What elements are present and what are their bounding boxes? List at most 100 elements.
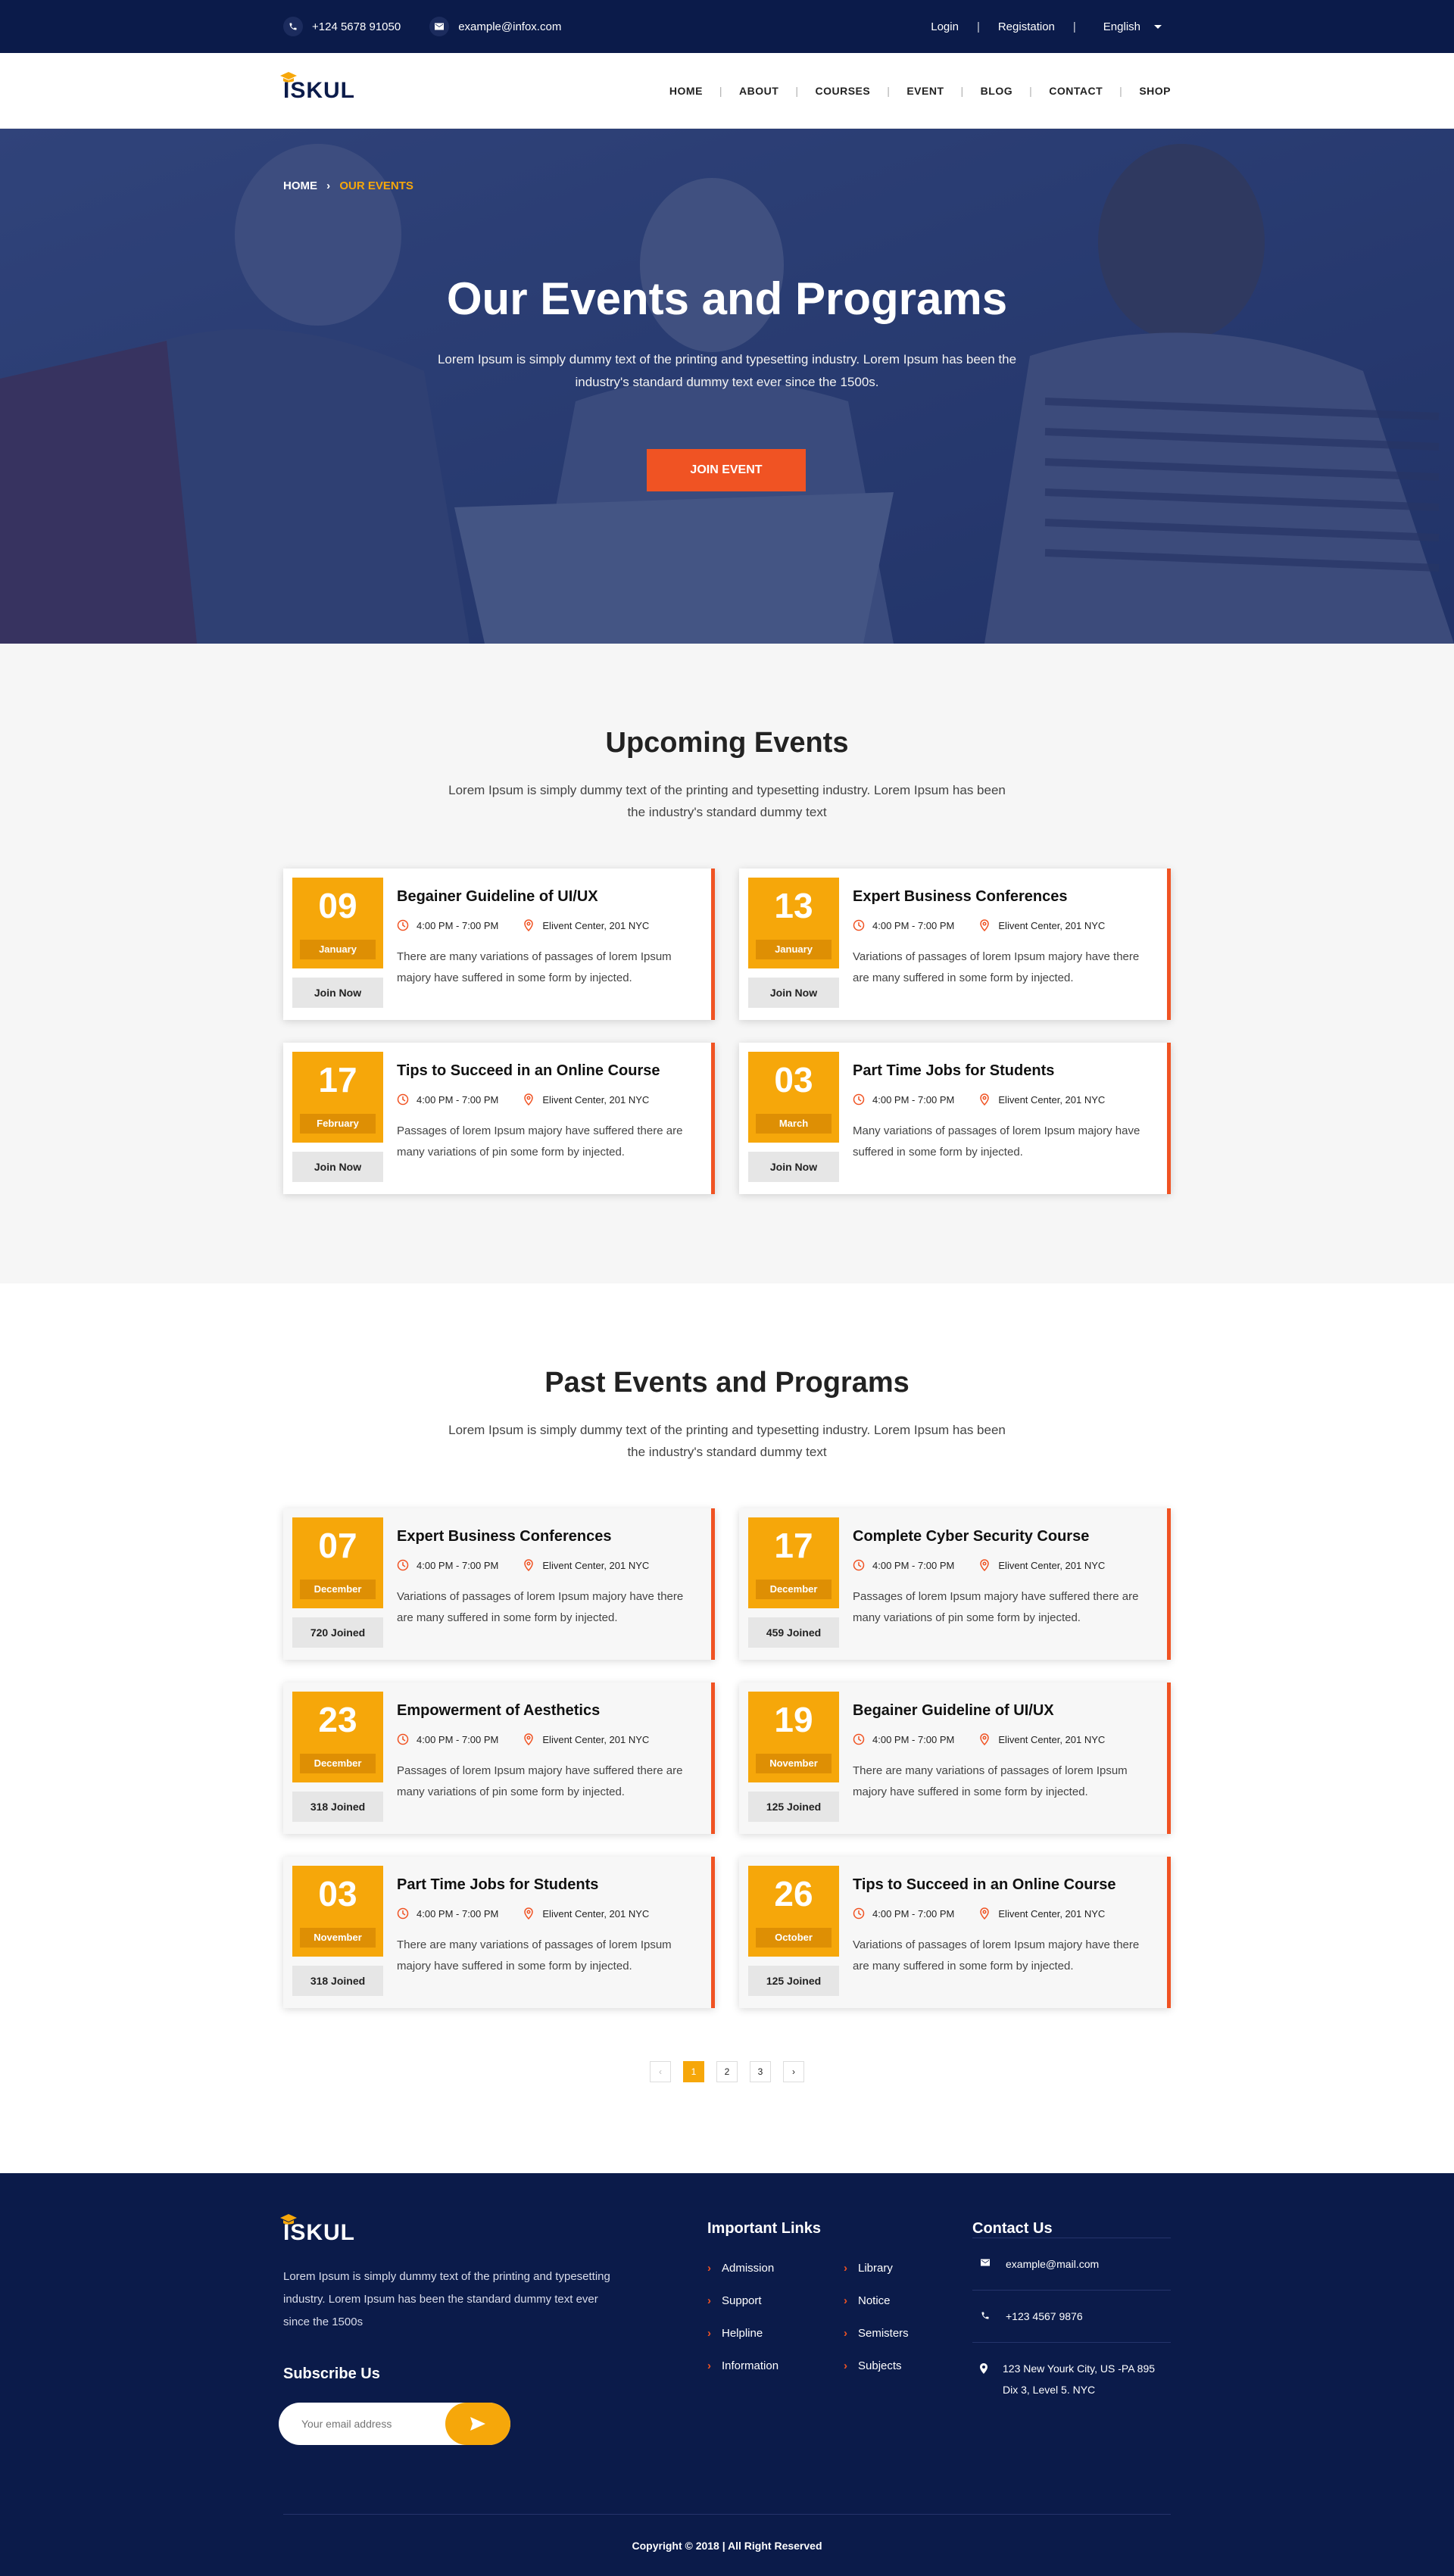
pagination-page-2[interactable]: 2 (716, 2061, 738, 2082)
pagination-prev[interactable]: ‹ (650, 2061, 671, 2082)
nav-contact[interactable]: CONTACT (1049, 85, 1103, 97)
join-now-button[interactable]: Join Now (748, 978, 839, 1008)
registration-link[interactable]: Registation (998, 20, 1055, 33)
email-contact[interactable]: example@infox.com (429, 17, 561, 36)
event-time: 4:00 PM - 7:00 PM (397, 1559, 498, 1571)
footer-link-notice[interactable]: › Notice (844, 2294, 934, 2307)
event-time-text: 4:00 PM - 7:00 PM (417, 1093, 499, 1106)
event-title[interactable]: Complete Cyber Security Course (853, 1528, 1153, 1545)
graduation-cap-icon (280, 2214, 297, 2225)
event-card[interactable]: 19 November 125 Joined Begainer Guideline o… (739, 1683, 1171, 1834)
chevron-right-icon: › (707, 2262, 711, 2275)
event-time-text: 4:00 PM - 7:00 PM (872, 1907, 955, 1920)
event-time: 4:00 PM - 7:00 PM (853, 1907, 954, 1920)
footer-link-information[interactable]: › Information (707, 2359, 844, 2372)
footer-link-subjects[interactable]: › Subjects (844, 2359, 934, 2372)
login-link[interactable]: Login (931, 20, 959, 33)
event-title[interactable]: Tips to Succeed in an Online Course (397, 1062, 697, 1080)
links-title: Important Links (707, 2220, 822, 2237)
event-meta: 4:00 PM - 7:00 PM Elivent Center, 201 NYC (853, 1559, 1153, 1571)
event-body: Expert Business Conferences 4:00 PM - 7:0… (397, 1517, 697, 1629)
event-card[interactable]: 07 December 720 Joined Expert Business Conf… (283, 1508, 715, 1660)
divider: | (1072, 20, 1076, 33)
event-time-text: 4:00 PM - 7:00 PM (872, 1733, 955, 1745)
nav-about[interactable]: ABOUT (739, 85, 778, 97)
phone-number: +124 5678 91050 (312, 20, 401, 33)
past-events-grid: 07 December 720 Joined Expert Business Conf… (283, 1508, 1171, 2008)
contact-address-text: 123 New Yourk City, US -PA 895 Dix 3, Le… (1003, 2362, 1156, 2396)
subscribe-button[interactable] (445, 2403, 510, 2445)
phone-contact[interactable]: +124 5678 91050 (283, 17, 401, 36)
event-body: Tips to Succeed in an Online Course 4:00 … (397, 1052, 697, 1163)
main-header: ISKUL HOME | ABOUT | COURSES | EVENT | BLOG |… (0, 53, 1454, 129)
event-title[interactable]: Expert Business Conferences (397, 1528, 697, 1545)
event-body: Expert Business Conferences 4:00 PM - 7:0… (853, 878, 1153, 989)
contact-title: Contact Us (972, 2220, 1053, 2237)
event-card[interactable]: 26 October 125 Joined Tips to Succeed in an… (739, 1857, 1171, 2008)
pagination-page-1[interactable]: 1 (683, 2061, 704, 2082)
event-body: Begainer Guideline of UI/UX 4:00 PM - 7:0… (397, 878, 697, 989)
event-title[interactable]: Begainer Guideline of UI/UX (853, 1702, 1153, 1720)
join-event-button[interactable]: JOIN EVENT (647, 449, 806, 491)
contact-email[interactable]: example@mail.com (972, 2238, 1171, 2290)
subscribe-email-input[interactable] (301, 2403, 438, 2445)
clock-icon (853, 1733, 865, 1745)
footer-link-semisters[interactable]: › Semisters (844, 2327, 934, 2340)
event-location: Elivent Center, 201 NYC (978, 919, 1105, 931)
event-month: March (756, 1114, 832, 1134)
join-now-button[interactable]: Join Now (292, 1152, 383, 1182)
joined-count-badge: 125 Joined (748, 1792, 839, 1822)
event-location-text: Elivent Center, 201 NYC (998, 1907, 1106, 1920)
join-now-button[interactable]: Join Now (748, 1152, 839, 1182)
event-title[interactable]: Part Time Jobs for Students (853, 1062, 1153, 1080)
breadcrumb-home[interactable]: HOME (283, 179, 317, 192)
footer-logo[interactable]: ISKUL (280, 2214, 624, 2246)
joined-count-badge: 318 Joined (292, 1966, 383, 1996)
contact-phone-text: +123 4567 9876 (1006, 2310, 1083, 2322)
event-location: Elivent Center, 201 NYC (523, 919, 649, 931)
event-card[interactable]: 17 February Join Now Tips to Succeed in an … (283, 1043, 715, 1194)
chevron-right-icon: › (326, 179, 331, 192)
language-select[interactable]: English (1094, 20, 1162, 33)
link-label: Information (722, 2359, 779, 2372)
event-card[interactable]: 17 December 459 Joined Complete Cyber Secur… (739, 1508, 1171, 1660)
nav-event[interactable]: EVENT (906, 85, 944, 97)
pagination-next[interactable]: › (783, 2061, 804, 2082)
event-description: Variations of passages of lorem Ipsum ma… (397, 1590, 684, 1624)
event-meta: 4:00 PM - 7:00 PM Elivent Center, 201 NYC (397, 1907, 697, 1920)
location-pin-icon (524, 1093, 534, 1106)
join-now-button[interactable]: Join Now (292, 978, 383, 1008)
event-time: 4:00 PM - 7:00 PM (397, 919, 498, 931)
nav-blog[interactable]: BLOG (981, 85, 1012, 97)
event-card[interactable]: 03 November 318 Joined Part Time Jobs for S… (283, 1857, 715, 2008)
event-title[interactable]: Begainer Guideline of UI/UX (397, 888, 697, 906)
email-address: example@infox.com (458, 20, 562, 33)
pagination-page-3[interactable]: 3 (750, 2061, 771, 2082)
nav-home[interactable]: HOME (669, 85, 703, 97)
nav-shop[interactable]: SHOP (1139, 85, 1171, 97)
chevron-right-icon: › (707, 2294, 711, 2307)
footer-link-support[interactable]: › Support (707, 2294, 844, 2307)
link-label: Semisters (858, 2327, 909, 2340)
footer-link-library[interactable]: › Library (844, 2262, 934, 2275)
contact-phone[interactable]: +123 4567 9876 (972, 2290, 1171, 2342)
mail-icon (980, 2259, 991, 2266)
event-meta: 4:00 PM - 7:00 PM Elivent Center, 201 NYC (853, 1733, 1153, 1745)
event-card[interactable]: 13 January Join Now Expert Business Confere… (739, 869, 1171, 1020)
event-date-badge: 19 November (748, 1692, 839, 1782)
event-title[interactable]: Empowerment of Aesthetics (397, 1702, 697, 1720)
event-card[interactable]: 03 March Join Now Part Time Jobs for Studen… (739, 1043, 1171, 1194)
event-card[interactable]: 09 January Join Now Begainer Guideline of U… (283, 869, 715, 1020)
nav-courses[interactable]: COURSES (815, 85, 870, 97)
event-title[interactable]: Tips to Succeed in an Online Course (853, 1876, 1153, 1894)
link-label: Subjects (858, 2359, 902, 2372)
nav-divider: | (719, 85, 723, 97)
event-description: There are many variations of passages of… (397, 1938, 672, 1973)
footer-link-helpline[interactable]: › Helpline (707, 2327, 844, 2340)
event-card[interactable]: 23 December 318 Joined Empowerment of Aesth… (283, 1683, 715, 1834)
event-title[interactable]: Part Time Jobs for Students (397, 1876, 697, 1894)
event-title[interactable]: Expert Business Conferences (853, 888, 1153, 906)
site-logo[interactable]: ISKUL (280, 72, 355, 104)
event-date-badge: 26 October (748, 1866, 839, 1957)
footer-link-admission[interactable]: › Admission (707, 2262, 844, 2275)
